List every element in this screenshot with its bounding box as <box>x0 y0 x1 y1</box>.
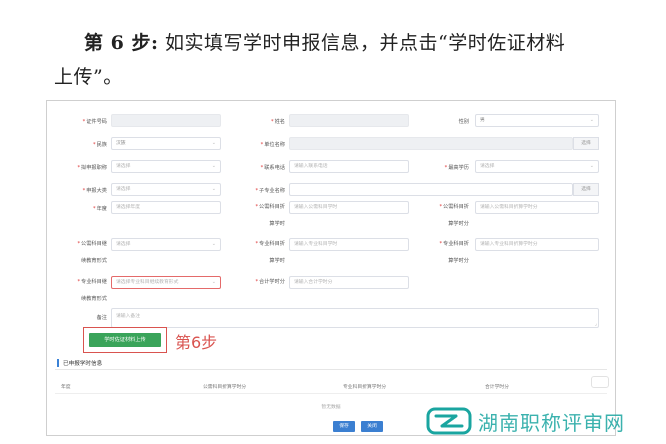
unit-name-input[interactable] <box>289 137 573 150</box>
label-total-minutes: *合计学时分 <box>255 279 285 285</box>
heading-line-2: 上传”。 <box>54 66 123 88</box>
label-major-hours-2: 算学时 <box>269 258 285 264</box>
public-form-select[interactable]: 请选择 ⌄ <box>111 238 221 251</box>
chevron-down-icon: ⌄ <box>211 140 216 146</box>
column-header-public-minutes: 公需科目折算学时分 <box>203 385 247 390</box>
step-label: 第 6 步: <box>84 32 159 54</box>
label-public-minutes-2: 算学时分 <box>448 221 469 227</box>
label-major-form: *专业科目继 <box>77 279 107 285</box>
public-minutes-input[interactable]: 请输入公需科目折算学时分 <box>475 201 599 214</box>
label-category: *申报大类 <box>82 188 107 194</box>
ethnicity-select[interactable]: 汉族 ⌄ <box>111 137 221 150</box>
label-public-hours: *公需科目折 <box>255 204 285 210</box>
chevron-down-icon: ⌄ <box>589 163 594 169</box>
gender-select[interactable]: 男 ⌄ <box>475 114 599 127</box>
watermark: 湖南职称评审网 <box>426 406 625 436</box>
id-number-input[interactable] <box>111 114 221 127</box>
section-divider <box>55 369 607 370</box>
sub-major-input[interactable] <box>289 183 573 196</box>
category-select[interactable]: 请选择 ⌄ <box>111 183 221 196</box>
label-major-minutes-2: 算学时分 <box>448 258 469 264</box>
year-picker[interactable]: 请选择年度 <box>111 201 221 214</box>
declared-section-title: 已申报学时信息 <box>63 361 103 367</box>
major-minutes-input[interactable]: 请输入专业科目折算学时分 <box>475 238 599 251</box>
resize-grip-icon: ⌟ <box>594 321 597 327</box>
heading-line-1: 第 6 步: 如实填写学时申报信息，并点击“学时佐证材料 <box>58 26 658 60</box>
step-tag: 第6步 <box>175 333 218 352</box>
upload-evidence-button[interactable]: 学时佐证材料上传 <box>89 333 161 347</box>
label-public-hours-2: 算学时 <box>269 221 285 227</box>
phone-input[interactable]: 请输入联系电话 <box>289 160 409 173</box>
corner-widget-icon <box>591 376 609 388</box>
save-button[interactable]: 保存 <box>333 421 355 432</box>
label-year: *年度 <box>93 206 107 212</box>
close-button[interactable]: 关闭 <box>361 421 383 432</box>
chevron-down-icon: ⌄ <box>211 279 216 285</box>
column-header-major-minutes: 专业科目折算学时分 <box>343 385 387 390</box>
column-header-year: 年度 <box>61 385 71 390</box>
chevron-down-icon: ⌄ <box>589 117 594 123</box>
label-phone: *联系电话 <box>260 165 285 171</box>
label-education: *最高学历 <box>444 165 469 171</box>
label-id-number: *证件号码 <box>82 119 107 125</box>
watermark-logo-icon <box>426 407 472 435</box>
form-screenshot: *证件号码 *姓名 性别 男 ⌄ *民族 汉族 ⌄ *单位名称 选择 *拟申报职称 … <box>46 100 616 436</box>
table-header-divider <box>55 393 607 394</box>
heading-text-1: 如实填写学时申报信息，并点击“学时佐证材料 <box>165 32 566 54</box>
label-major-hours: *专业科目折 <box>255 241 285 247</box>
label-public-form: *公需科目继 <box>77 241 107 247</box>
instruction-heading: 第 6 步: 如实填写学时申报信息，并点击“学时佐证材料 上传”。 <box>54 26 658 94</box>
label-public-minutes: *公需科目折 <box>439 204 469 210</box>
section-accent-bar <box>57 359 59 367</box>
label-title-applied: *拟申报职称 <box>77 165 107 171</box>
label-unit-name: *单位名称 <box>260 142 285 148</box>
public-hours-input[interactable]: 请输入公需科目学时 <box>289 201 409 214</box>
watermark-text: 湖南职称评审网 <box>478 410 625 435</box>
label-name: *姓名 <box>271 119 285 125</box>
chevron-down-icon: ⌄ <box>211 186 216 192</box>
chevron-down-icon: ⌄ <box>211 241 216 247</box>
label-major-form-2: 续教育形式 <box>81 296 107 302</box>
label-ethnicity: *民族 <box>93 142 107 148</box>
unit-pick-button[interactable]: 选择 <box>573 137 599 150</box>
sub-major-pick-button[interactable]: 选择 <box>573 183 599 196</box>
major-form-select[interactable]: 请选择专业科目继续教育形式 ⌄ <box>111 276 221 289</box>
label-gender: 性别 <box>458 119 469 125</box>
major-hours-input[interactable]: 请输入专业科目学时 <box>289 238 409 251</box>
name-input[interactable] <box>289 114 409 127</box>
title-applied-select[interactable]: 请选择 ⌄ <box>111 160 221 173</box>
total-minutes-input[interactable]: 请输入合计学时分 <box>289 276 409 289</box>
remark-textarea[interactable]: 请输入备注 ⌟ <box>111 308 599 328</box>
label-public-form-2: 续教育形式 <box>81 258 107 264</box>
education-select[interactable]: 请选择 ⌄ <box>475 160 599 173</box>
chevron-down-icon: ⌄ <box>211 163 216 169</box>
label-major-minutes: *专业科目折 <box>439 241 469 247</box>
label-remark: 备注 <box>96 315 107 321</box>
column-header-total-minutes: 合计学时分 <box>485 385 509 390</box>
label-sub-major: *子专业名称 <box>255 188 285 194</box>
